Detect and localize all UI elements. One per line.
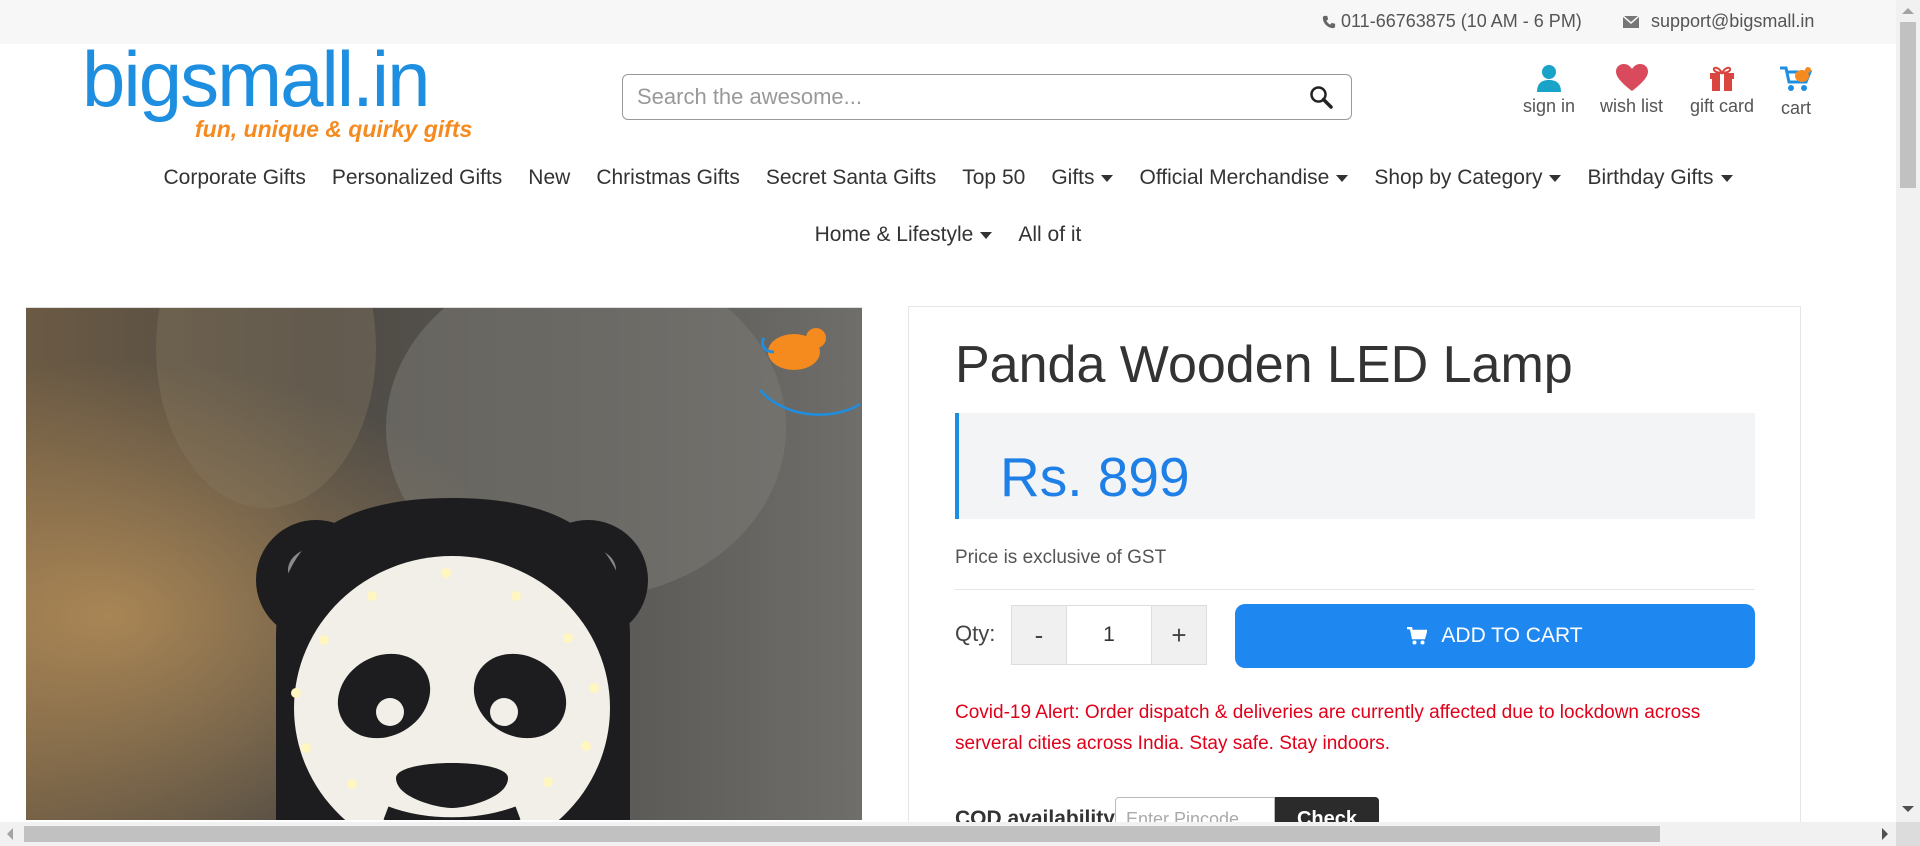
sign-in-link[interactable]: sign in	[1523, 64, 1575, 117]
divider	[955, 589, 1755, 590]
nav-label: Gifts	[1051, 166, 1095, 189]
user-icon	[1537, 65, 1562, 92]
cart-label: cart	[1780, 98, 1811, 118]
nav-new[interactable]: New	[528, 158, 570, 198]
nav-label: Home & Lifestyle	[814, 223, 974, 246]
nav-gifts[interactable]: Gifts	[1051, 158, 1114, 198]
panda-lamp-photo	[26, 308, 862, 820]
caret-down-icon	[1101, 174, 1114, 182]
nav-personalized-gifts[interactable]: Personalized Gifts	[332, 158, 502, 198]
nav-home-lifestyle[interactable]: Home & Lifestyle	[815, 215, 993, 255]
logo-text: bigsmall.in	[82, 35, 430, 123]
nav-christmas-gifts[interactable]: Christmas Gifts	[596, 158, 740, 198]
nav-label: Christmas Gifts	[596, 166, 740, 189]
cart-icon	[1780, 66, 1813, 91]
horizontal-scroll-thumb[interactable]	[24, 826, 1660, 842]
nav-corporate-gifts[interactable]: Corporate Gifts	[163, 158, 305, 198]
wish-list-link[interactable]: wish list	[1600, 64, 1663, 117]
caret-down-icon	[1549, 174, 1562, 182]
scroll-right-arrow-icon[interactable]	[1882, 828, 1888, 840]
nav-label: All of it	[1018, 223, 1082, 246]
quantity-decrease-button[interactable]: -	[1012, 606, 1066, 664]
add-to-cart-button[interactable]: ADD TO CART	[1235, 604, 1755, 668]
cart-link[interactable]: cart	[1778, 64, 1814, 119]
vertical-scrollbar[interactable]	[1896, 0, 1920, 822]
product-info-panel: Panda Wooden LED Lamp Rs. 899 Price is e…	[908, 306, 1801, 841]
gift-card-link[interactable]: gift card	[1690, 64, 1754, 117]
contact-email[interactable]: support@bigsmall.in	[1623, 11, 1814, 32]
quantity-increase-button[interactable]: +	[1152, 606, 1206, 664]
nav-top-50[interactable]: Top 50	[962, 158, 1025, 198]
caret-down-icon	[980, 231, 993, 239]
caret-down-icon	[1720, 174, 1733, 182]
contact-phone[interactable]: 011-66763875 (10 AM - 6 PM)	[1322, 11, 1582, 32]
shopping-cart-icon	[1407, 627, 1428, 645]
nav-label: Official Merchandise	[1139, 166, 1330, 189]
nav-all-of-it[interactable]: All of it	[1018, 215, 1081, 255]
gift-icon	[1710, 66, 1735, 91]
caret-down-icon	[1336, 174, 1349, 182]
nav-official-merchandise[interactable]: Official Merchandise	[1139, 158, 1349, 198]
nav-label: Shop by Category	[1374, 166, 1543, 189]
search-input[interactable]	[637, 83, 1277, 111]
quantity-value[interactable]: 1	[1066, 606, 1152, 664]
quantity-stepper: - 1 +	[1011, 605, 1207, 665]
email-address: support@bigsmall.in	[1651, 11, 1815, 31]
main-nav-row-2: Home & Lifestyle All of it	[0, 215, 1896, 255]
horizontal-scrollbar[interactable]	[0, 822, 1896, 846]
nav-label: Top 50	[962, 166, 1026, 189]
search-box	[622, 74, 1352, 120]
scroll-up-arrow-icon[interactable]	[1902, 8, 1914, 14]
gift-card-label: gift card	[1690, 96, 1755, 116]
product-title: Panda Wooden LED Lamp	[955, 336, 1573, 394]
site-logo[interactable]: bigsmall.in fun, unique & quirky gifts	[82, 40, 472, 142]
nav-label: Secret Santa Gifts	[765, 166, 937, 189]
nav-label: New	[528, 166, 571, 189]
scroll-left-arrow-icon[interactable]	[7, 828, 13, 840]
product-price: Rs. 899	[1000, 446, 1190, 508]
quantity-label: Qty:	[955, 621, 996, 646]
nav-label: Personalized Gifts	[331, 166, 503, 189]
nav-label: Corporate Gifts	[163, 166, 306, 189]
vertical-scroll-thumb[interactable]	[1900, 22, 1916, 188]
phone-number: 011-66763875 (10 AM - 6 PM)	[1341, 11, 1582, 31]
wish-list-label: wish list	[1600, 96, 1664, 116]
product-image[interactable]	[26, 307, 862, 820]
gst-note: Price is exclusive of GST	[955, 547, 1167, 568]
scrollbar-corner	[1896, 822, 1920, 846]
nav-label: Birthday Gifts	[1587, 166, 1714, 189]
nav-shop-by-category[interactable]: Shop by Category	[1374, 158, 1562, 198]
nav-birthday-gifts[interactable]: Birthday Gifts	[1587, 158, 1733, 198]
phone-icon	[1322, 15, 1336, 28]
envelope-icon	[1623, 15, 1639, 28]
logo-tagline: fun, unique & quirky gifts	[195, 116, 473, 142]
nav-secret-santa-gifts[interactable]: Secret Santa Gifts	[766, 158, 936, 198]
add-to-cart-label: ADD TO CART	[1441, 624, 1583, 647]
heart-icon	[1615, 64, 1648, 91]
price-box: Rs. 899	[955, 413, 1755, 519]
search-icon[interactable]	[1309, 85, 1333, 109]
sign-in-label: sign in	[1523, 96, 1576, 116]
scroll-down-arrow-icon[interactable]	[1902, 806, 1914, 812]
main-nav-row-1: Corporate Gifts Personalized Gifts New C…	[0, 158, 1896, 198]
covid-alert: Covid-19 Alert: Order dispatch & deliver…	[955, 702, 1701, 754]
